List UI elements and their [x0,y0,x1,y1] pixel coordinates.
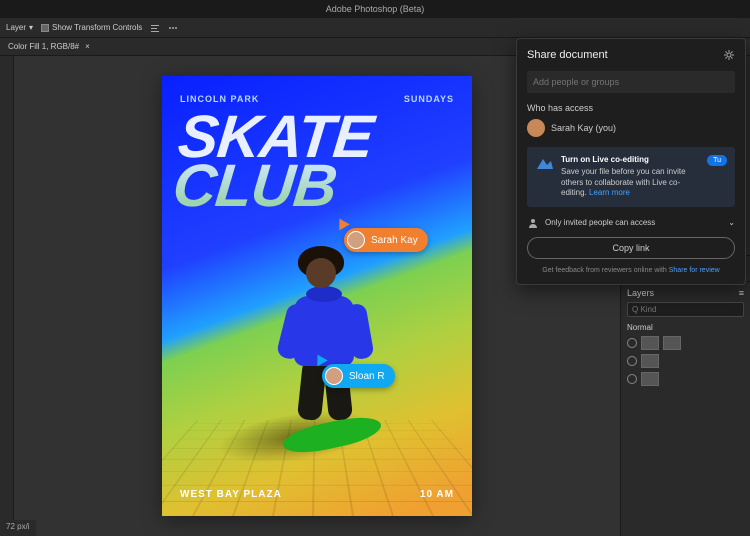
share-for-review-link[interactable]: Share for review [669,267,720,274]
avatar [325,367,343,385]
access-text: Only invited people can access [545,218,655,227]
share-people-input[interactable] [527,71,735,93]
options-toolbar: Layer ▾ Show Transform Controls [0,18,750,38]
poster-bottom-left: WEST BAY PLAZA [180,489,282,500]
access-user-row: Sarah Kay (you) [527,119,735,137]
status-bar: 72 px/i [0,520,36,536]
skater-figure [252,226,402,456]
layer-thumb [641,354,659,368]
owner-name: Sarah Kay (you) [551,123,616,133]
gear-icon[interactable] [723,49,735,61]
visibility-icon[interactable] [627,374,637,384]
collab-cursor-user1: Sarah Kay [344,228,428,252]
coediting-promo: Turn on Live co-editing Save your file b… [527,147,735,207]
zoom-info: 72 px/i [6,522,30,531]
learn-more-link[interactable]: Learn more [589,188,630,197]
collab-user2-name: Sloan R [349,371,385,382]
panel-menu-icon[interactable]: ≡ [739,288,744,298]
copy-link-button[interactable]: Copy link [527,237,735,259]
transform-label: Show Transform Controls [52,23,142,32]
checkbox-icon [41,24,49,32]
feedback-hint: Get feedback from reviewers online with … [527,267,735,274]
coediting-icon [535,155,555,173]
align-icon [150,23,160,33]
layer-dropdown[interactable]: Layer ▾ [6,23,33,32]
access-level-dropdown[interactable]: Only invited people can access ⌄ [527,217,735,229]
app-title: Adobe Photoshop (Beta) [326,4,425,14]
collab-user1-name: Sarah Kay [371,235,418,246]
who-has-access-label: Who has access [527,103,735,113]
layers-panel: Layers ≡ Normal [621,282,750,536]
layer-kind-filter[interactable] [627,302,744,317]
show-transform-checkbox[interactable]: Show Transform Controls [41,23,142,32]
visibility-icon[interactable] [627,356,637,366]
layer-thumb [641,336,659,350]
poster-artwork: LINCOLN PARK SUNDAYS SKATE CLUB WEST BAY… [162,76,472,516]
promo-cta-button[interactable]: Tu [707,155,727,166]
layer-row[interactable] [627,352,744,370]
avatar [347,231,365,249]
share-document-panel: Share document Who has access Sarah Kay … [516,38,746,285]
layers-title: Layers [627,288,654,298]
poster-top-right: SUNDAYS [404,94,454,104]
share-title: Share document [527,49,608,61]
more-options-icon[interactable] [168,23,178,33]
poster-bottom-right: 10 AM [420,489,454,500]
layer-thumb [641,372,659,386]
feedback-prefix: Get feedback from reviewers online with [542,267,668,274]
layer-label: Layer [6,23,26,32]
avatar [527,119,545,137]
promo-title: Turn on Live co-editing [561,155,701,165]
people-icon [527,217,539,229]
layer-thumb [663,336,681,350]
blend-mode-row[interactable]: Normal [627,321,744,334]
close-icon[interactable]: × [85,42,90,51]
align-icons-group[interactable] [150,23,160,33]
chevron-down-icon: ▾ [29,23,33,32]
blend-mode-label: Normal [627,323,653,332]
document-tab-name: Color Fill 1, RGB/8# [8,42,79,51]
visibility-icon[interactable] [627,338,637,348]
app-titlebar: Adobe Photoshop (Beta) [0,0,750,18]
left-toolbar[interactable] [0,56,14,536]
chevron-down-icon: ⌄ [728,218,735,227]
layer-row[interactable] [627,370,744,388]
poster-title: SKATE CLUB [171,112,375,210]
collab-cursor-user2: Sloan R [322,364,395,388]
layer-row[interactable] [627,334,744,352]
